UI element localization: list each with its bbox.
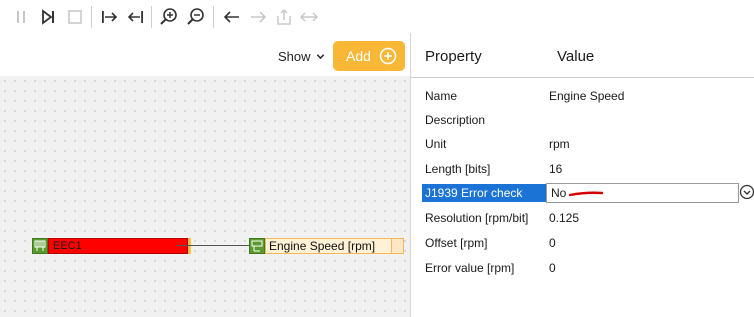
property-row-name[interactable]: Name Engine Speed — [411, 84, 754, 108]
stop-icon[interactable] — [64, 6, 86, 28]
property-key: Description — [425, 113, 486, 127]
properties-header: Property Value — [411, 33, 754, 78]
plus-circle-icon — [379, 47, 397, 65]
toolbar-separator — [151, 6, 152, 28]
output-port[interactable] — [188, 238, 191, 254]
property-value[interactable]: 0 — [549, 236, 556, 250]
property-value[interactable]: rpm — [549, 137, 570, 151]
step-play-icon[interactable] — [37, 6, 59, 28]
property-row-resolution[interactable]: Resolution [rpm/bit] 0.125 — [411, 206, 754, 230]
step-out-icon[interactable] — [124, 6, 146, 28]
signal-label: Engine Speed [rpm] — [265, 238, 392, 254]
property-value[interactable]: No — [551, 186, 566, 200]
step-into-icon[interactable] — [99, 6, 121, 28]
property-key: Name — [425, 89, 458, 103]
property-value[interactable]: 0.125 — [549, 211, 579, 225]
toolbar-separator — [213, 6, 214, 28]
property-key: Length [bits] — [425, 162, 491, 176]
chevron-down-icon — [316, 53, 324, 59]
zoom-in-icon[interactable] — [158, 6, 180, 28]
property-row-description[interactable]: Description — [411, 108, 754, 132]
back-arrow-icon[interactable] — [221, 6, 243, 28]
property-row-error-value[interactable]: Error value [rpm] 0 — [411, 256, 754, 280]
property-key: Error value [rpm] — [425, 261, 515, 275]
property-value[interactable]: 0 — [549, 261, 556, 275]
add-button[interactable]: Add — [333, 41, 405, 71]
show-dropdown[interactable]: Show — [278, 47, 325, 65]
value-column-header: Value — [557, 48, 595, 65]
show-label: Show — [278, 48, 311, 64]
grid-area[interactable]: EEC1 Engine Speed [rpm] — [0, 76, 410, 317]
pause-icon[interactable] — [10, 6, 32, 28]
toolbar-separator — [91, 6, 92, 28]
chevron-down-circle-icon[interactable] — [739, 184, 754, 200]
property-column-header: Property — [425, 48, 482, 65]
property-row-unit[interactable]: Unit rpm — [411, 132, 754, 156]
property-key: J1939 Error check — [425, 186, 523, 200]
property-row-offset[interactable]: Offset [rpm] 0 — [411, 231, 754, 255]
property-value[interactable]: 16 — [549, 162, 562, 176]
swap-arrows-icon[interactable] — [298, 6, 320, 28]
signal-icon — [249, 238, 265, 254]
red-underline-annotation — [569, 191, 603, 197]
message-label: EEC1 — [48, 238, 188, 254]
connection-line — [176, 245, 250, 246]
property-key: Resolution [rpm/bit] — [425, 211, 529, 225]
property-value[interactable]: Engine Speed — [549, 89, 624, 103]
add-label: Add — [346, 48, 371, 64]
signal-node-engine-speed[interactable]: Engine Speed [rpm] — [249, 237, 404, 255]
message-node-eec1[interactable]: EEC1 — [32, 237, 191, 255]
message-icon — [32, 238, 48, 254]
property-row-length[interactable]: Length [bits] 16 — [411, 157, 754, 181]
property-key: Offset [rpm] — [425, 236, 488, 250]
diagram-canvas[interactable]: Show Add EEC1 Engine Speed [rpm] — [0, 33, 410, 317]
signal-node-tail — [392, 238, 404, 254]
forward-arrow-icon[interactable] — [247, 6, 269, 28]
toolbar — [0, 0, 754, 34]
zoom-out-icon[interactable] — [185, 6, 207, 28]
property-key: Unit — [425, 137, 447, 151]
export-icon[interactable] — [273, 6, 295, 28]
properties-panel: Property Value Name Engine Speed Descrip… — [410, 33, 754, 317]
property-row-j1939-error-check[interactable]: J1939 Error check No — [411, 181, 754, 205]
